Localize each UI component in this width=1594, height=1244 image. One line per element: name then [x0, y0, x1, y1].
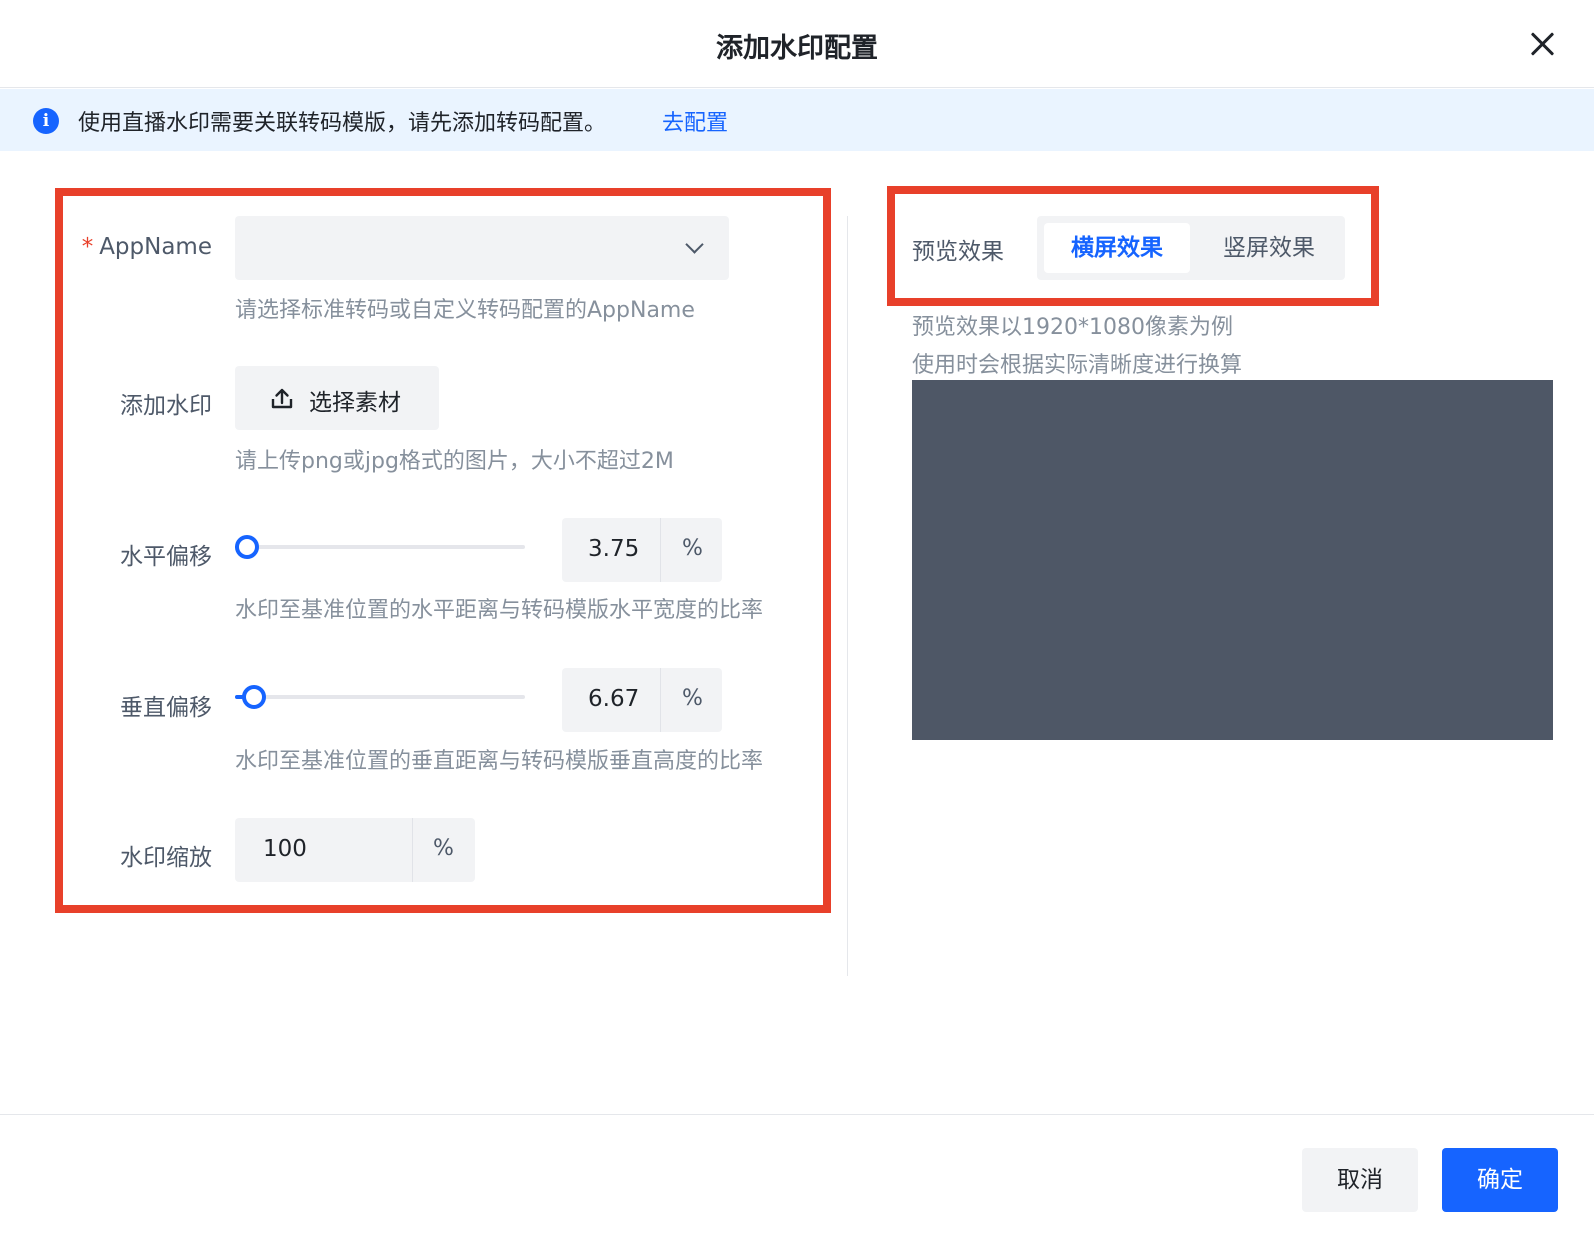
dialog-header: 添加水印配置 [0, 0, 1594, 88]
h-offset-value: 3.75 [588, 536, 640, 562]
slider-track [235, 695, 525, 699]
go-config-link[interactable]: 去配置 [662, 105, 728, 137]
scale-unit: % [433, 836, 454, 861]
v-offset-hint: 水印至基准位置的垂直距离与转码模版垂直高度的比率 [235, 749, 764, 774]
scale-value: 100 [263, 836, 307, 862]
v-offset-input[interactable]: 6.67 % [562, 668, 722, 732]
chevron-down-icon [685, 235, 704, 254]
required-mark: * [81, 234, 94, 260]
preview-mode-switch: 横屏效果 竖屏效果 [1037, 216, 1345, 280]
appname-select[interactable] [235, 216, 729, 280]
appname-label: * AppName [81, 234, 212, 260]
notice-text: 使用直播水印需要关联转码模版，请先添加转码配置。 [78, 111, 607, 136]
preview-canvas [912, 380, 1553, 740]
notice-bar: i 使用直播水印需要关联转码模版，请先添加转码配置。 去配置 [0, 89, 1594, 151]
info-icon: i [33, 108, 59, 134]
h-offset-input[interactable]: 3.75 % [562, 518, 722, 582]
slider-thumb[interactable] [235, 535, 259, 559]
scale-input[interactable]: 100 % [235, 818, 475, 882]
v-offset-label: 垂直偏移 [120, 695, 212, 721]
preview-label: 预览效果 [912, 239, 1004, 265]
v-offset-unit: % [682, 686, 703, 711]
tab-landscape[interactable]: 横屏效果 [1044, 223, 1190, 273]
dialog-title: 添加水印配置 [716, 33, 878, 64]
slider-track [235, 545, 525, 549]
h-offset-label: 水平偏移 [120, 544, 212, 570]
confirm-button[interactable]: 确定 [1442, 1148, 1558, 1212]
cancel-button[interactable]: 取消 [1302, 1148, 1418, 1212]
vertical-divider [847, 216, 848, 976]
select-material-button[interactable]: 选择素材 [235, 366, 439, 430]
close-icon[interactable] [1526, 28, 1558, 60]
footer-divider [0, 1114, 1594, 1115]
watermark-hint: 请上传png或jpg格式的图片，大小不超过2M [235, 449, 674, 474]
slider-thumb[interactable] [242, 685, 267, 709]
h-offset-hint: 水印至基准位置的水平距离与转码模版水平宽度的比率 [235, 598, 764, 623]
select-material-label: 选择素材 [309, 390, 401, 416]
scale-label: 水印缩放 [120, 845, 212, 871]
preview-note-conversion: 使用时会根据实际清晰度进行换算 [912, 353, 1243, 378]
upload-icon [271, 388, 293, 409]
v-offset-slider[interactable] [235, 685, 525, 709]
tab-portrait[interactable]: 竖屏效果 [1196, 223, 1342, 273]
watermark-label: 添加水印 [120, 393, 212, 419]
h-offset-unit: % [682, 536, 703, 561]
v-offset-value: 6.67 [588, 686, 640, 712]
h-offset-slider[interactable] [235, 535, 525, 559]
preview-note-resolution: 预览效果以1920*1080像素为例 [912, 315, 1233, 340]
appname-hint: 请选择标准转码或自定义转码配置的AppName [235, 298, 695, 323]
